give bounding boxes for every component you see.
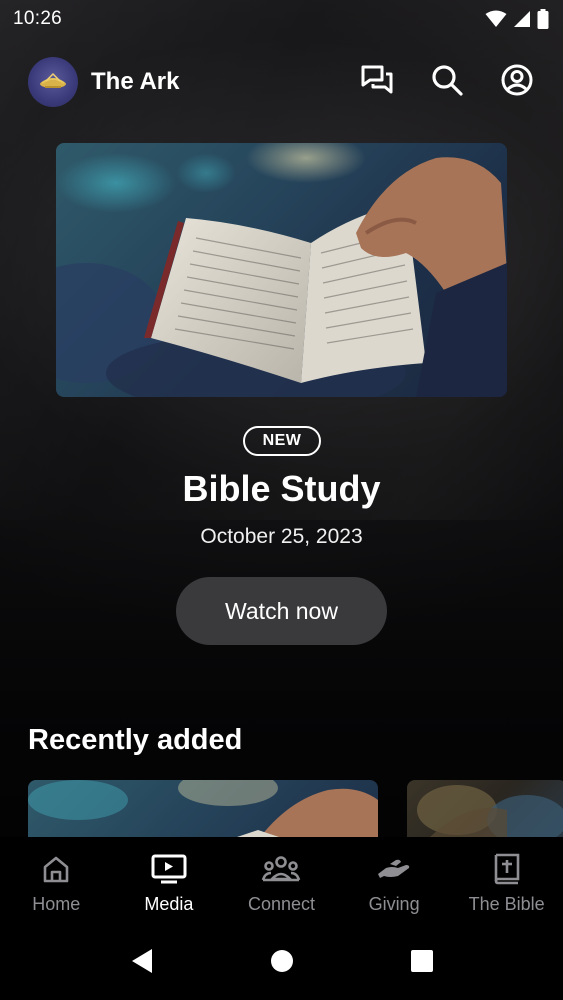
nav-item-media[interactable]: Media: [113, 837, 226, 927]
nav-label-the-bible: The Bible: [468, 894, 545, 914]
nav-item-the-bible[interactable]: The Bible: [450, 837, 563, 927]
nav-item-home[interactable]: Home: [0, 837, 113, 927]
app-title: The Ark: [91, 68, 180, 95]
battery-icon: [537, 9, 549, 29]
nav-label-connect: Connect: [247, 894, 315, 914]
chat-button[interactable]: [359, 64, 395, 100]
cellular-signal-icon: [513, 10, 531, 28]
bottom-navigation: Home Media Connect Giving The Bible: [0, 837, 563, 927]
watch-now-button[interactable]: Watch now: [176, 577, 387, 645]
status-time: 10:26: [13, 8, 63, 29]
nav-label-home: Home: [32, 894, 81, 914]
bible-icon: [487, 852, 527, 886]
search-icon: [431, 64, 463, 101]
church-logo[interactable]: [28, 57, 78, 107]
system-navigation-bar: [0, 927, 563, 1000]
back-icon: [130, 948, 154, 979]
home-icon: [36, 852, 76, 886]
search-button[interactable]: [429, 64, 465, 100]
wifi-icon: [485, 10, 507, 28]
status-icons: [485, 9, 549, 29]
group-icon: [261, 852, 301, 886]
media-card-thumbnail[interactable]: [407, 780, 563, 840]
nav-item-connect[interactable]: Connect: [225, 837, 338, 927]
featured-date: October 25, 2023: [200, 525, 363, 548]
giving-hand-icon: [374, 852, 414, 886]
new-badge: NEW: [243, 426, 321, 456]
nav-item-giving[interactable]: Giving: [338, 837, 451, 927]
media-screen: 10:26 The Ark NEW Bible Study October 25…: [0, 0, 563, 1000]
chat-icon: [360, 64, 394, 101]
tv-play-icon: [149, 852, 189, 886]
featured-media-thumbnail[interactable]: [56, 143, 507, 397]
media-card-thumbnail[interactable]: [28, 780, 378, 840]
account-icon: [501, 64, 533, 101]
featured-title: Bible Study: [182, 468, 381, 509]
app-bar-actions: [359, 64, 535, 100]
recents-square-icon: [410, 949, 434, 978]
system-recents-button[interactable]: [402, 944, 442, 984]
account-button[interactable]: [499, 64, 535, 100]
nav-label-media: Media: [144, 894, 194, 914]
system-back-button[interactable]: [122, 944, 162, 984]
status-bar: 10:26: [0, 0, 563, 38]
top-app-bar: The Ark: [0, 55, 563, 109]
home-circle-icon: [270, 949, 294, 978]
nav-label-giving: Giving: [368, 894, 420, 914]
system-home-button[interactable]: [262, 944, 302, 984]
recently-added-heading: Recently added: [28, 724, 243, 756]
